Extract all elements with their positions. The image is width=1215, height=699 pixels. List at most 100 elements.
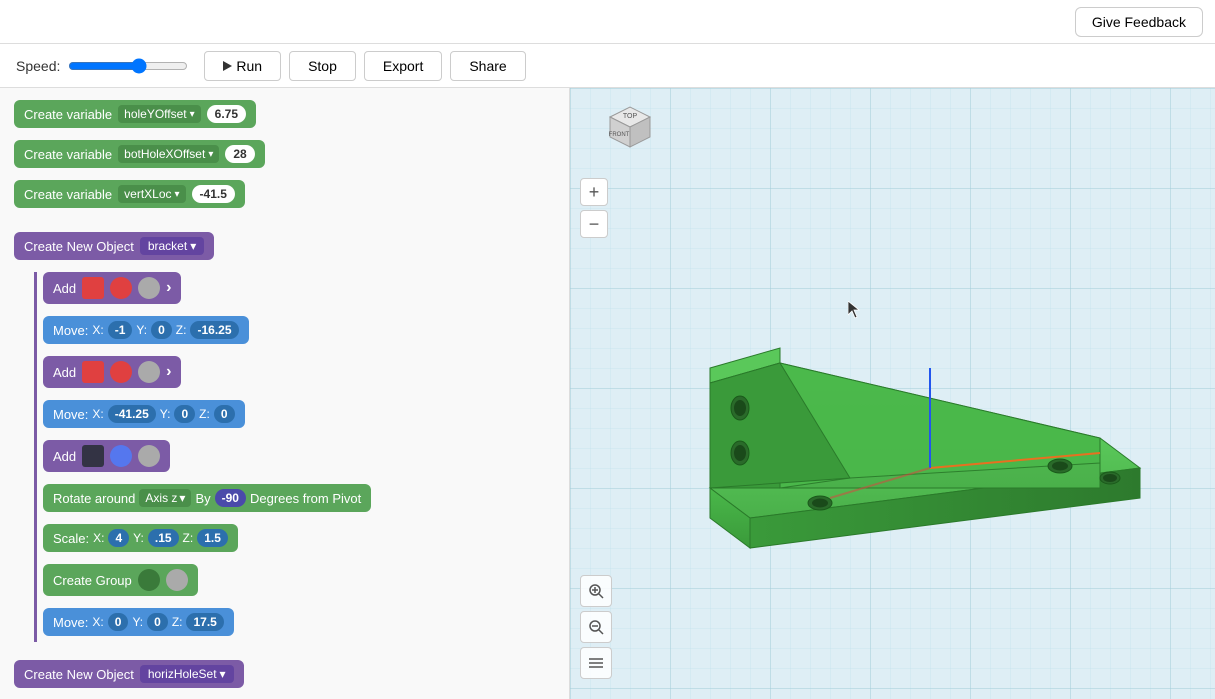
toolbar: Speed: Run Stop Export Share [0,44,1215,88]
scale1-y-value[interactable]: .15 [148,529,179,547]
move2-z-label: Z: [199,407,210,421]
move1-x-value[interactable]: -1 [108,321,133,339]
move3-z-value[interactable]: 17.5 [186,613,223,631]
var2-name: botHoleXOffset [124,147,205,161]
share-button[interactable]: Share [450,51,525,81]
scale1-x-value[interactable]: 4 [108,529,129,547]
move2-y-label: Y: [160,407,171,421]
var1-block[interactable]: Create variable holeYOffset ▾ 6.75 [14,100,256,128]
viewport-panel: TOP FRONT + − [570,88,1215,699]
group1-row: Create Group [43,564,555,602]
var1-name: holeYOffset [124,107,186,121]
zoom-out-view-button[interactable] [580,611,612,643]
run-label: Run [236,58,262,74]
scale1-z-value[interactable]: 1.5 [197,529,228,547]
scale1-block[interactable]: Scale: X: 4 Y: .15 Z: 1.5 [43,524,238,552]
move3-row: Move: X: 0 Y: 0 Z: 17.5 [43,608,555,642]
var3-block[interactable]: Create variable vertXLoc ▾ -41.5 [14,180,245,208]
move1-block[interactable]: Move: X: -1 Y: 0 Z: -16.25 [43,316,249,344]
var1-name-pill[interactable]: holeYOffset ▾ [118,105,201,123]
var3-name-pill[interactable]: vertXLoc ▾ [118,185,185,203]
shape3-grey-circle-icon [138,445,160,467]
shape3-dark-square-icon [82,445,104,467]
rotate1-label: Rotate around [53,491,135,506]
run-button[interactable]: Run [204,51,281,81]
zoom-fit-button[interactable] [580,575,612,607]
group1-block[interactable]: Create Group [43,564,198,596]
add1-block[interactable]: Add › [43,272,181,304]
obj1-name: bracket [148,239,187,253]
move2-y-value[interactable]: 0 [174,405,195,423]
speed-container: Speed: [16,58,188,74]
rotate1-row: Rotate around Axis z ▾ By -90 Degrees fr… [43,484,555,518]
speed-label: Speed: [16,58,60,74]
var2-name-pill[interactable]: botHoleXOffset ▾ [118,145,219,163]
move2-z-value[interactable]: 0 [214,405,235,423]
move1-z-label: Z: [176,323,187,337]
obj1-dropdown-icon: ▾ [190,239,196,253]
move1-z-value[interactable]: -16.25 [190,321,238,339]
var2-block[interactable]: Create variable botHoleXOffset ▾ 28 [14,140,265,168]
var2-value[interactable]: 28 [225,145,254,163]
view-reset-button[interactable] [580,647,612,679]
scale1-z-label: Z: [183,531,194,545]
main-area: Create variable holeYOffset ▾ 6.75 Creat… [0,88,1215,699]
rotate1-axis-pill[interactable]: Axis z ▾ [139,489,191,507]
bracket-3d-view [650,168,1215,688]
move3-y-label: Y: [132,615,143,629]
move2-label: Move: [53,407,88,422]
var2-row: Create variable botHoleXOffset ▾ 28 [14,140,555,174]
obj1-block[interactable]: Create New Object bracket ▾ [14,232,214,260]
add2-label: Add [53,365,76,380]
rotate1-degrees[interactable]: -90 [215,489,246,507]
add2-row: Add › [43,356,555,394]
move1-row: Move: X: -1 Y: 0 Z: -16.25 [43,316,555,350]
zoom-in-button[interactable]: + [580,178,608,206]
add1-row: Add › [43,272,555,310]
export-button[interactable]: Export [364,51,442,81]
move3-block[interactable]: Move: X: 0 Y: 0 Z: 17.5 [43,608,234,636]
var1-label: Create variable [24,107,112,122]
blocks-panel: Create variable holeYOffset ▾ 6.75 Creat… [0,88,570,699]
obj2-block[interactable]: Create New Object horizHoleSet ▾ [14,660,244,688]
move1-x-label: X: [92,323,103,337]
top-bar: Give Feedback [0,0,1215,44]
obj1-name-pill[interactable]: bracket ▾ [140,237,204,255]
zoom-controls: + − [580,178,608,238]
add2-arrow-icon: › [166,363,171,381]
add2-block[interactable]: Add › [43,356,181,388]
view-controls [580,575,612,679]
add3-block[interactable]: Add [43,440,170,472]
orientation-cube[interactable]: TOP FRONT [600,102,660,162]
group1-label: Create Group [53,573,132,588]
add3-label: Add [53,449,76,464]
rotate1-block[interactable]: Rotate around Axis z ▾ By -90 Degrees fr… [43,484,371,512]
speed-slider[interactable] [68,58,188,74]
give-feedback-button[interactable]: Give Feedback [1075,7,1203,37]
obj2-label: Create New Object [24,667,134,682]
move1-y-label: Y: [136,323,147,337]
obj2-name-pill[interactable]: horizHoleSet ▾ [140,665,234,683]
add1-label: Add [53,281,76,296]
rotate1-suffix: Degrees from Pivot [250,491,361,506]
shape3-blue-circle-icon [110,445,132,467]
move1-y-value[interactable]: 0 [151,321,172,339]
var3-value[interactable]: -41.5 [192,185,235,203]
move1-label: Move: [53,323,88,338]
obj1-inner-blocks: Add › Move: X: -1 Y: 0 Z: -16.25 [34,272,555,642]
var1-dropdown-icon: ▾ [190,109,195,120]
move2-block[interactable]: Move: X: -41.25 Y: 0 Z: 0 [43,400,245,428]
move3-y-value[interactable]: 0 [147,613,168,631]
move3-label: Move: [53,615,88,630]
shape2-red-circle-icon [110,361,132,383]
shape2-grey-circle-icon [138,361,160,383]
move2-x-value[interactable]: -41.25 [108,405,156,423]
obj1-row: Create New Object bracket ▾ [14,232,555,266]
var1-value[interactable]: 6.75 [207,105,246,123]
var1-row: Create variable holeYOffset ▾ 6.75 [14,100,555,134]
move3-x-value[interactable]: 0 [108,613,129,631]
obj2-dropdown-icon: ▾ [220,667,226,681]
shape-grey-circle-icon [138,277,160,299]
stop-button[interactable]: Stop [289,51,356,81]
zoom-out-button[interactable]: − [580,210,608,238]
